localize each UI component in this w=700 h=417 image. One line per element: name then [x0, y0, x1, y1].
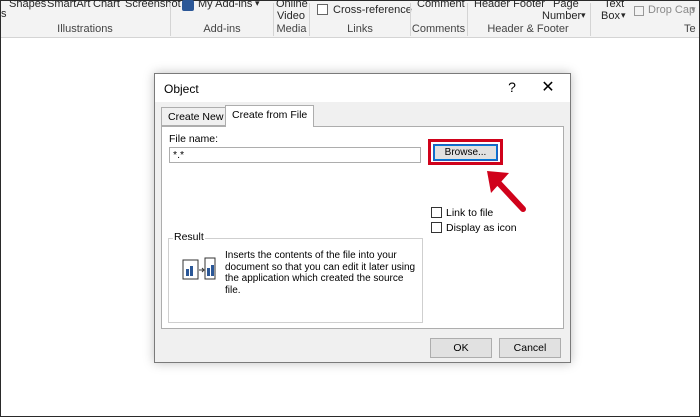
embedded-document-icon — [182, 257, 216, 280]
group-comments: Comments — [411, 23, 466, 35]
tab-create-from-file[interactable]: Create from File — [225, 105, 315, 127]
ribbon: s Shapes SmartArt Chart Screenshot My Ad… — [1, 0, 699, 38]
comment-button[interactable]: Comment — [417, 0, 465, 10]
drop-cap-dropdown-icon[interactable]: ▾ — [691, 4, 696, 15]
browse-highlight-box: Browse... — [428, 139, 503, 165]
cross-reference-button[interactable]: Cross-reference — [333, 4, 412, 16]
header-footer-button[interactable]: Header Footer — [474, 0, 545, 10]
group-header-footer: Header & Footer — [487, 23, 569, 35]
drop-cap-button[interactable]: Drop Cap — [648, 4, 695, 16]
ribbon-separator — [590, 3, 591, 36]
ribbon-item-s[interactable]: s — [1, 8, 7, 20]
group-links: Links — [347, 23, 373, 35]
ribbon-top-row: s Shapes SmartArt Chart Screenshot My Ad… — [1, 0, 699, 22]
dialog-title: Object — [164, 82, 199, 96]
cancel-button[interactable]: Cancel — [499, 338, 561, 358]
create-from-file-panel: File name: Browse... Link to file Displa… — [161, 126, 564, 329]
page-number-label-1[interactable]: Page — [553, 0, 579, 10]
text-box-label-2[interactable]: Box — [601, 10, 620, 22]
online-video-label-1[interactable]: Online — [276, 0, 308, 10]
display-as-icon-checkbox[interactable] — [431, 222, 442, 233]
display-as-icon-label[interactable]: Display as icon — [446, 222, 517, 234]
group-media: Media — [276, 23, 307, 35]
annotation-arrow-icon — [487, 171, 526, 212]
text-box-label-1[interactable]: Text — [604, 0, 624, 10]
page-number-label-2[interactable]: Number — [542, 10, 581, 22]
link-to-file-checkbox[interactable] — [431, 207, 442, 218]
group-addins: Add-ins — [203, 23, 241, 35]
text-box-dropdown-icon[interactable]: ▾ — [621, 10, 626, 21]
object-dialog: Object ? ✕ Create New Create from File F… — [154, 73, 571, 363]
result-title: Result — [173, 231, 205, 243]
file-name-input[interactable] — [169, 147, 421, 163]
result-description: Inserts the contents of the file into yo… — [225, 250, 416, 296]
group-illustrations: Illustrations — [57, 23, 113, 35]
cross-reference-icon — [317, 4, 328, 15]
my-addins-button[interactable]: My Add-ins — [198, 0, 252, 10]
browse-button[interactable]: Browse... — [433, 144, 498, 161]
help-button[interactable]: ? — [502, 79, 522, 97]
file-name-label: File name: — [169, 133, 219, 145]
online-video-label-2[interactable]: Video — [277, 10, 305, 22]
result-group: Result Inserts the contents of the file … — [168, 231, 423, 323]
drop-cap-icon — [634, 6, 644, 16]
page-number-dropdown-icon[interactable]: ▾ — [581, 10, 586, 21]
my-addins-dropdown-icon[interactable]: ▾ — [255, 0, 260, 9]
dialog-titlebar: Object ? ✕ — [155, 74, 570, 102]
screenshot-button[interactable]: Screenshot — [125, 0, 181, 10]
close-button[interactable]: ✕ — [535, 77, 561, 99]
store-icon — [182, 0, 194, 11]
chart-button[interactable]: Chart — [93, 0, 120, 10]
ok-button[interactable]: OK — [430, 338, 492, 358]
smartart-button[interactable]: SmartArt — [47, 0, 90, 10]
shapes-button[interactable]: Shapes — [9, 0, 46, 10]
tab-create-new[interactable]: Create New — [161, 107, 231, 126]
group-text: Te — [684, 23, 696, 35]
